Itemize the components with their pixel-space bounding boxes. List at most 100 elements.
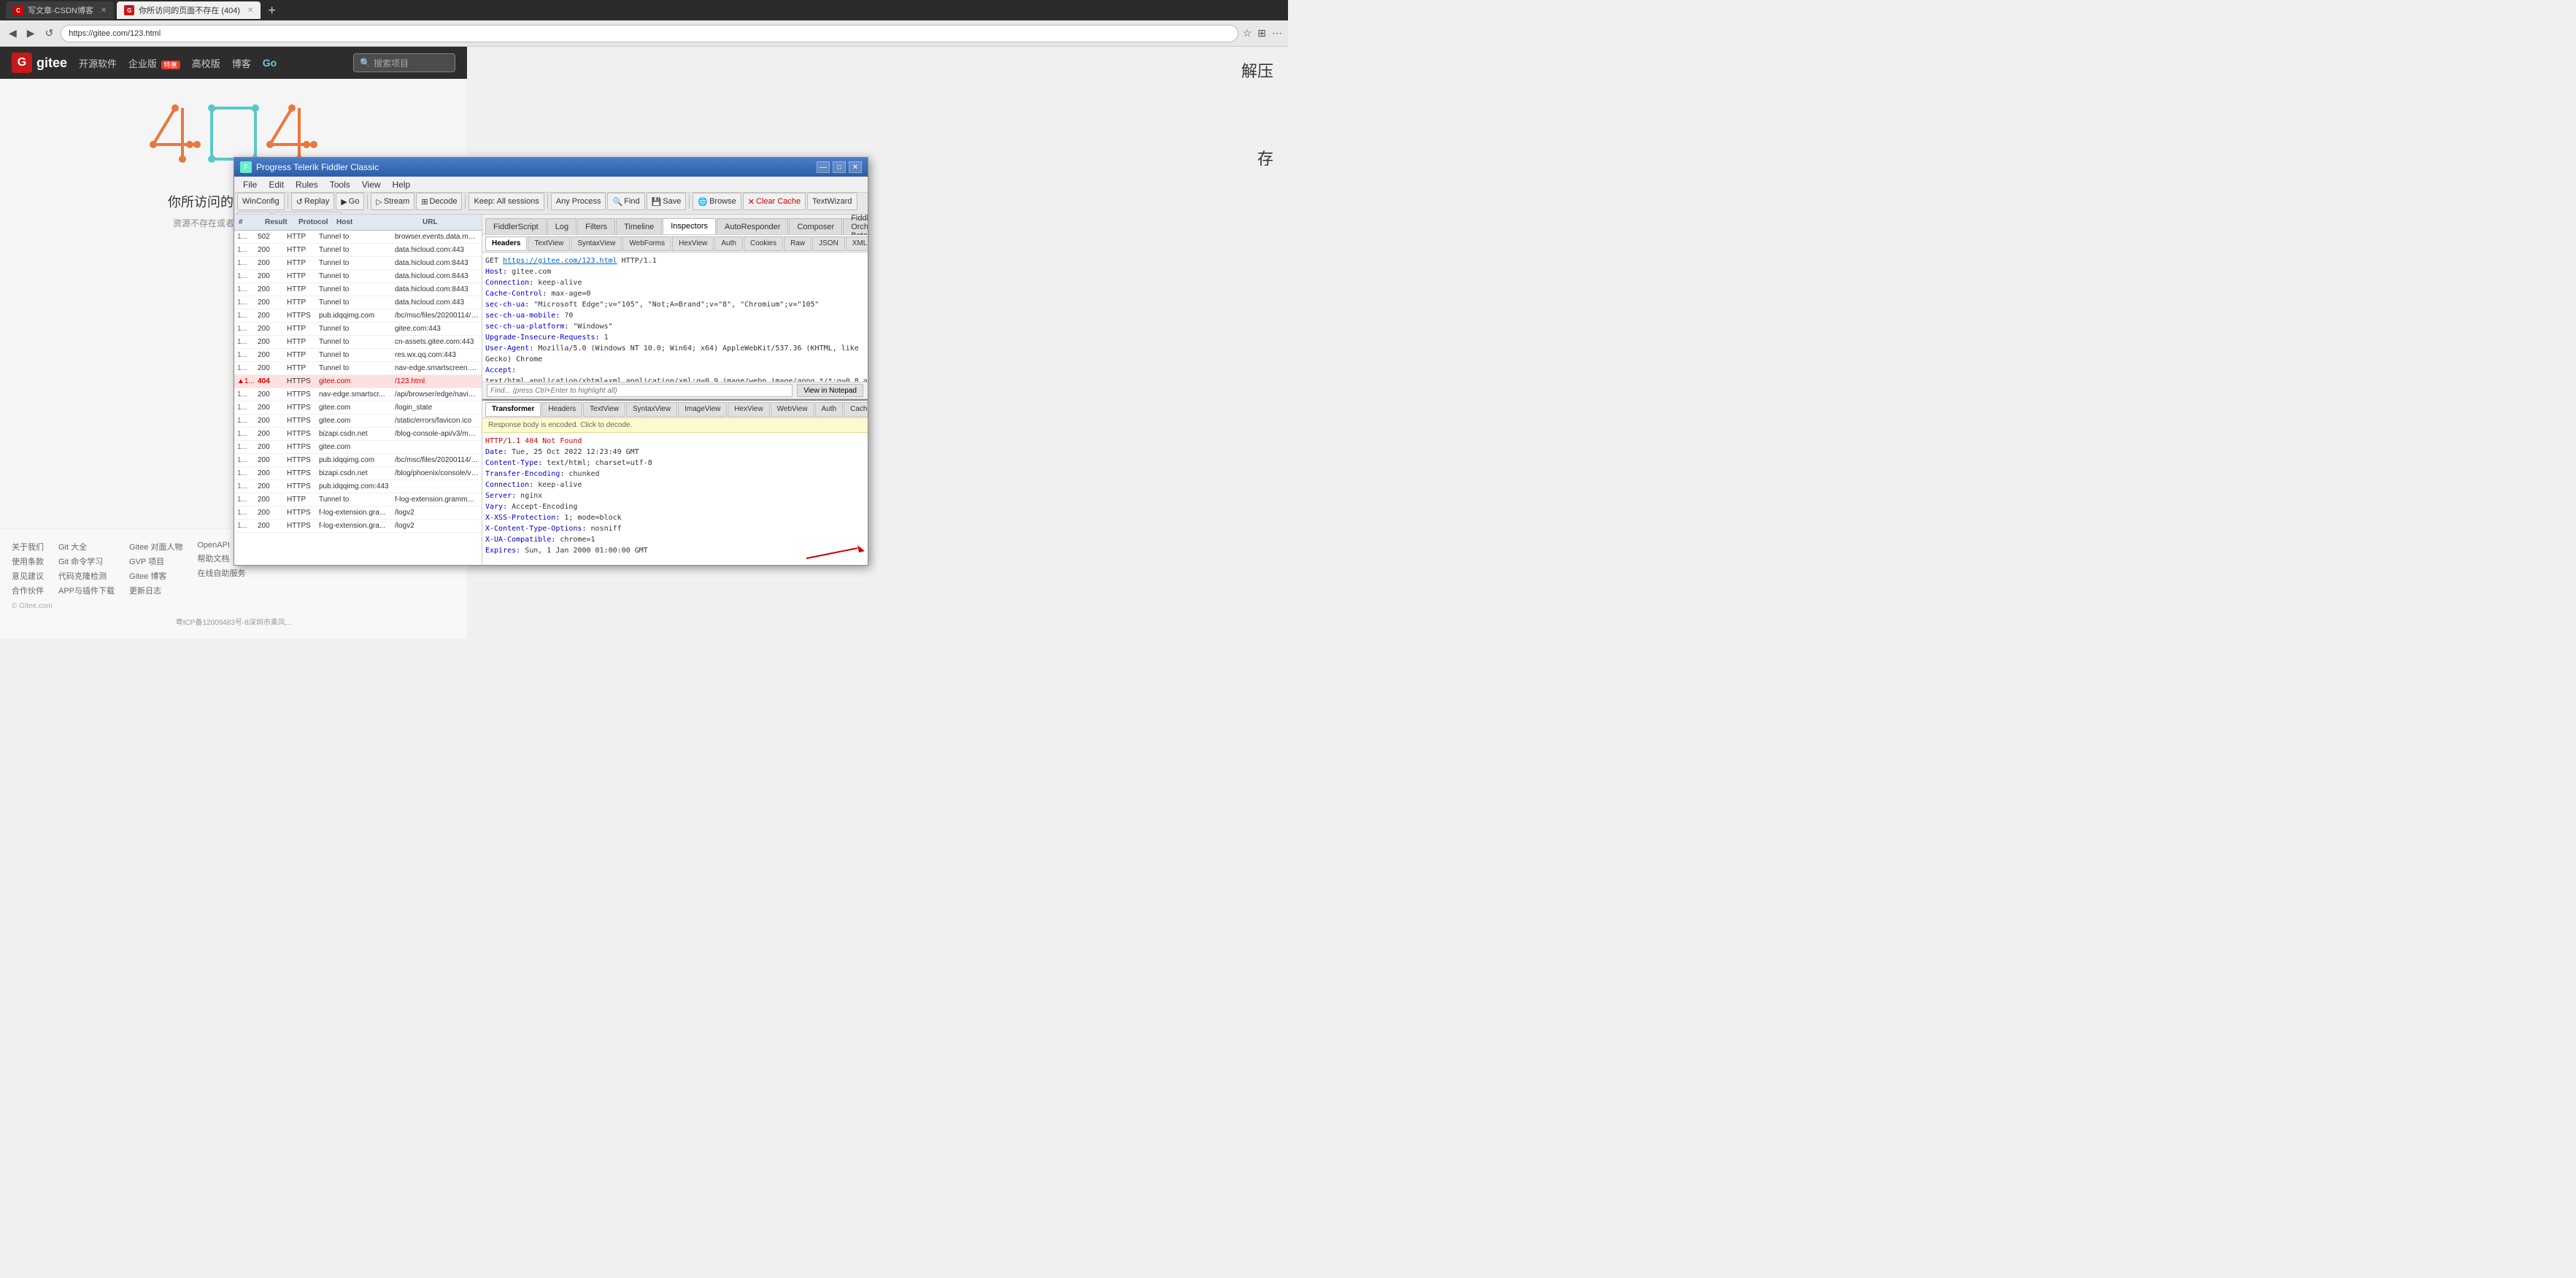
session-row[interactable]: 1... 200 HTTP Tunnel to data.hicloud.com… bbox=[234, 257, 482, 270]
session-row[interactable]: 1... 200 HTTPS bizapi.csdn.net /blog-con… bbox=[234, 428, 482, 441]
menu-view[interactable]: View bbox=[356, 178, 387, 191]
footer-git-learn[interactable]: Git 命令学习 bbox=[58, 555, 115, 567]
req-subtab-xml[interactable]: XML bbox=[846, 236, 868, 251]
collections-icon[interactable]: ⊞ bbox=[1257, 27, 1266, 39]
footer-partner[interactable]: 合作伙伴 bbox=[12, 585, 44, 596]
session-row[interactable]: 1... 200 HTTPS f-log-extension.gra... /l… bbox=[234, 520, 482, 533]
request-url[interactable]: https://gitee.com/123.html bbox=[503, 257, 617, 265]
req-subtab-json[interactable]: JSON bbox=[812, 236, 845, 251]
menu-rules[interactable]: Rules bbox=[290, 178, 324, 191]
session-row[interactable]: 1... 200 HTTP Tunnel to data.hicloud.com… bbox=[234, 270, 482, 283]
reload-button[interactable]: ↺ bbox=[42, 26, 57, 41]
decode-button[interactable]: ⊞ Decode bbox=[416, 193, 462, 210]
url-input[interactable]: https://gitee.com/123.html bbox=[61, 25, 1238, 42]
req-subtab-hexview[interactable]: HexView bbox=[672, 236, 714, 251]
resp-subtab-webview[interactable]: WebView bbox=[771, 402, 814, 417]
find-input[interactable] bbox=[487, 384, 793, 397]
star-icon[interactable]: ☆ bbox=[1243, 27, 1252, 39]
nav-go[interactable]: Go bbox=[263, 57, 277, 69]
session-row[interactable]: 1... 200 HTTP Tunnel to gitee.com:443 bbox=[234, 323, 482, 336]
csdn-tab-close[interactable]: ✕ bbox=[101, 7, 107, 15]
close-button[interactable]: ✕ bbox=[849, 161, 862, 173]
minimize-button[interactable]: — bbox=[817, 161, 830, 173]
tab-timeline[interactable]: Timeline bbox=[616, 218, 662, 234]
resp-subtab-caching[interactable]: Caching bbox=[844, 402, 868, 417]
menu-file[interactable]: File bbox=[237, 178, 263, 191]
session-row[interactable]: 1... 200 HTTP Tunnel to res.wx.qq.com:44… bbox=[234, 349, 482, 362]
stream-button[interactable]: ▷ Stream bbox=[371, 193, 414, 210]
resp-subtab-auth[interactable]: Auth bbox=[815, 402, 844, 417]
footer-gitee-people[interactable]: Gitee 对面人物 bbox=[129, 541, 182, 553]
session-row[interactable]: 1... 200 HTTP Tunnel to data.hicloud.com… bbox=[234, 244, 482, 257]
session-row[interactable]: 1... 200 HTTP Tunnel to nav-edge.smartsc… bbox=[234, 362, 482, 375]
session-row[interactable]: 1... 200 HTTPS gitee.com /login_state bbox=[234, 401, 482, 415]
menu-edit[interactable]: Edit bbox=[263, 178, 290, 191]
maximize-button[interactable]: □ bbox=[833, 161, 846, 173]
session-row[interactable]: 1... 200 HTTP Tunnel to cn-assets.gitee.… bbox=[234, 336, 482, 349]
tab-composer[interactable]: Composer bbox=[789, 218, 842, 234]
more-icon[interactable]: ⋯ bbox=[1272, 27, 1282, 39]
nav-blog[interactable]: 博客 bbox=[232, 56, 251, 70]
session-row-404[interactable]: ▲1... 404 HTTPS gitee.com /123.html bbox=[234, 375, 482, 388]
gitee-search[interactable]: 🔍 搜索项目 bbox=[353, 53, 455, 72]
session-row[interactable]: 1... 200 HTTP Tunnel to f-log-extension.… bbox=[234, 493, 482, 507]
winconfig-button[interactable]: WinConfig bbox=[237, 193, 285, 210]
footer-app[interactable]: APP与插件下载 bbox=[58, 585, 115, 596]
session-row[interactable]: 1... 200 HTTPS pub.idqqimg.com /bc/msc/f… bbox=[234, 309, 482, 323]
tab-log[interactable]: Log bbox=[547, 218, 576, 234]
resp-subtab-textview[interactable]: TextView bbox=[583, 402, 625, 417]
gitee-tab-close[interactable]: ✕ bbox=[247, 7, 253, 15]
session-row[interactable]: 1... 200 HTTPS bizapi.csdn.net /blog/pho… bbox=[234, 467, 482, 480]
keep-sessions-button[interactable]: Keep: All sessions bbox=[468, 193, 544, 210]
textwizard-button[interactable]: TextWizard bbox=[807, 193, 857, 210]
session-row[interactable]: 1... 200 HTTPS pub.idqqimg.com /bc/msc/f… bbox=[234, 454, 482, 467]
browser-tab-gitee[interactable]: G 你所访问的页面不存在 (404) ✕ bbox=[117, 1, 261, 19]
req-subtab-syntaxview[interactable]: SyntaxView bbox=[571, 236, 622, 251]
save-button[interactable]: 💾 Save bbox=[647, 193, 687, 210]
back-button[interactable]: ◀ bbox=[6, 26, 20, 41]
nav-opensource[interactable]: 开源软件 bbox=[79, 56, 117, 70]
tab-orchestra[interactable]: Fiddler Orchestra Beta bbox=[843, 218, 868, 234]
clear-cache-button[interactable]: ✕ Clear Cache bbox=[743, 193, 806, 210]
session-row[interactable]: 1... 200 HTTPS gitee.com bbox=[234, 441, 482, 454]
go-button[interactable]: ▶ Go bbox=[336, 193, 364, 210]
session-row[interactable]: 1... 200 HTTP Tunnel to data.hicloud.com… bbox=[234, 283, 482, 296]
req-subtab-headers[interactable]: Headers bbox=[485, 236, 527, 251]
session-row[interactable]: 1... 200 HTTPS gitee.com /static/errors/… bbox=[234, 415, 482, 428]
nav-university[interactable]: 高校版 bbox=[192, 56, 220, 70]
session-row[interactable]: 1... 200 HTTPS nav-edge.smartscr... /api… bbox=[234, 388, 482, 401]
session-row[interactable]: 1... 502 HTTP Tunnel to browser.events.d… bbox=[234, 231, 482, 244]
req-subtab-raw[interactable]: Raw bbox=[784, 236, 811, 251]
replay-button[interactable]: ↺ Replay bbox=[291, 193, 334, 210]
menu-help[interactable]: Help bbox=[387, 178, 417, 191]
response-encoded-notice[interactable]: Response body is encoded. Click to decod… bbox=[482, 418, 868, 433]
menu-tools[interactable]: Tools bbox=[324, 178, 356, 191]
find-button[interactable]: 🔍 Find bbox=[607, 193, 644, 210]
footer-changelog[interactable]: 更新日志 bbox=[129, 585, 182, 596]
resp-subtab-syntaxview[interactable]: SyntaxView bbox=[626, 402, 677, 417]
resp-subtab-hexview[interactable]: HexView bbox=[728, 402, 769, 417]
footer-gitee-blog[interactable]: Gitee 博客 bbox=[129, 570, 182, 582]
footer-self-service[interactable]: 在线自助服务 bbox=[197, 567, 245, 579]
tab-inspectors[interactable]: Inspectors bbox=[663, 218, 716, 234]
nav-enterprise[interactable]: 企业版 特惠 bbox=[128, 56, 180, 70]
resp-subtab-imageview[interactable]: ImageView bbox=[678, 402, 727, 417]
new-tab-button[interactable]: + bbox=[268, 3, 276, 18]
footer-gvp[interactable]: GVP 项目 bbox=[129, 555, 182, 567]
footer-clone[interactable]: 代码克隆检测 bbox=[58, 570, 115, 582]
session-row[interactable]: 1... 200 HTTPS pub.idqqimg.com:443 bbox=[234, 480, 482, 493]
footer-git[interactable]: Git 大全 bbox=[58, 541, 115, 553]
gitee-logo[interactable]: G gitee bbox=[12, 53, 67, 73]
session-row[interactable]: 1... 200 HTTP Tunnel to data.hicloud.com… bbox=[234, 296, 482, 309]
req-subtab-textview[interactable]: TextView bbox=[528, 236, 570, 251]
footer-terms[interactable]: 使用条款 bbox=[12, 555, 44, 567]
browser-tab-csdn[interactable]: C 写文章-CSDN博客 ✕ bbox=[6, 1, 114, 19]
tab-fiddlerscript[interactable]: FiddlerScript bbox=[485, 218, 547, 234]
session-row[interactable]: 1... 200 HTTPS f-log-extension.gra... /l… bbox=[234, 507, 482, 520]
req-subtab-cookies[interactable]: Cookies bbox=[744, 236, 783, 251]
footer-feedback[interactable]: 意见建议 bbox=[12, 570, 44, 582]
req-subtab-auth[interactable]: Auth bbox=[714, 236, 743, 251]
forward-button[interactable]: ▶ bbox=[24, 26, 38, 41]
tab-filters[interactable]: Filters bbox=[577, 218, 615, 234]
any-process-button[interactable]: Any Process bbox=[551, 193, 606, 210]
